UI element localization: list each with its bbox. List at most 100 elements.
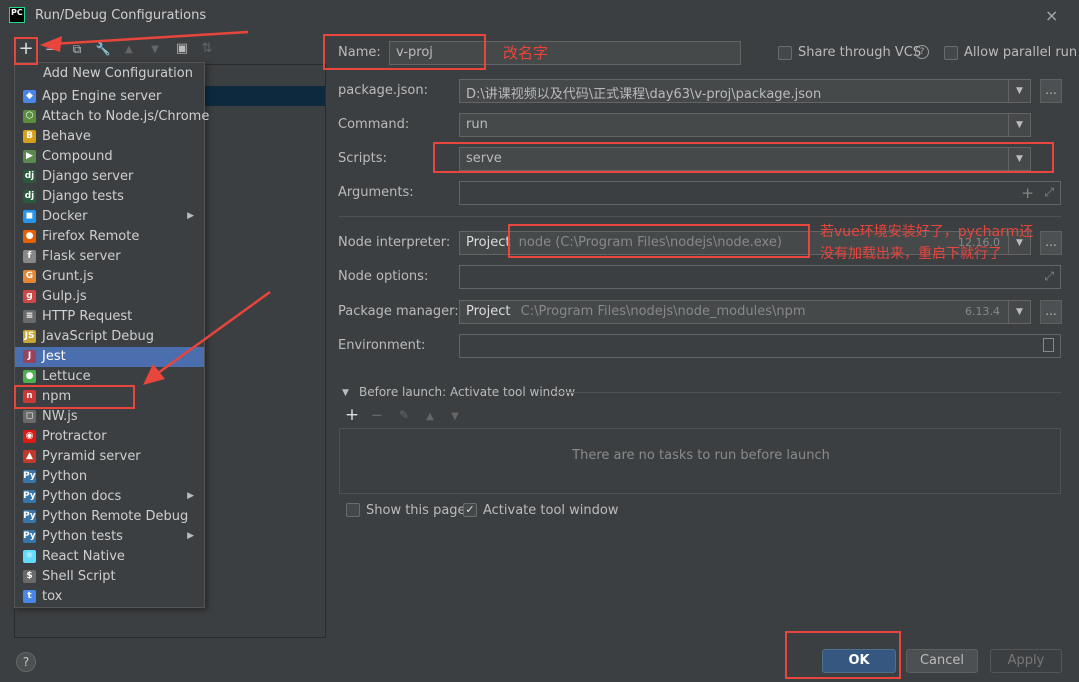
folder-icon[interactable]: ▣ xyxy=(173,41,191,57)
document-icon[interactable] xyxy=(1043,338,1054,352)
chevron-down-icon[interactable]: ▼ xyxy=(1008,80,1030,102)
expand-icon[interactable]: ⤢ xyxy=(1044,269,1054,284)
menu-item-flask-server[interactable]: f Flask server xyxy=(15,247,204,267)
compound-icon: ▶ xyxy=(23,150,36,163)
menu-item-tox[interactable]: t tox xyxy=(15,587,204,607)
docker-icon: ◼ xyxy=(23,210,36,223)
arguments-label: Arguments: xyxy=(338,185,414,200)
close-icon[interactable]: × xyxy=(1045,6,1058,25)
pycharm-app-icon: PC xyxy=(9,7,25,23)
sort-icon[interactable]: ⇅ xyxy=(198,41,216,57)
menu-item-gulp-js[interactable]: g Gulp.js xyxy=(15,287,204,307)
remove-task-button[interactable]: − xyxy=(368,407,386,423)
menu-item-jest[interactable]: J Jest xyxy=(15,347,204,367)
menu-item-label: Compound xyxy=(42,149,113,164)
separator xyxy=(555,392,1061,393)
menu-item-behave[interactable]: B Behave xyxy=(15,127,204,147)
menu-item-python[interactable]: Py Python xyxy=(15,467,204,487)
help-icon[interactable]: ? xyxy=(915,45,929,59)
menu-item-python-tests[interactable]: Py Python tests ▶ xyxy=(15,527,204,547)
menu-item-label: Jest xyxy=(42,349,66,364)
before-launch-tasks-list[interactable]: There are no tasks to run before launch xyxy=(339,428,1061,494)
menu-item-python-remote-debug[interactable]: Py Python Remote Debug xyxy=(15,507,204,527)
menu-item-pyramid-server[interactable]: ▲ Pyramid server xyxy=(15,447,204,467)
menu-item-label: Pyramid server xyxy=(42,449,141,464)
browse-node-button[interactable]: ... xyxy=(1040,231,1062,255)
menu-item-label: Shell Script xyxy=(42,569,116,584)
browse-package-json-button[interactable]: ... xyxy=(1040,79,1062,103)
move-down-icon[interactable]: ▼ xyxy=(146,42,164,58)
help-button[interactable]: ? xyxy=(16,652,36,672)
edit-task-icon[interactable]: ✎ xyxy=(395,407,413,423)
popup-header: Add New Configuration xyxy=(43,66,193,81)
django-icon: dj xyxy=(23,190,36,203)
menu-item-lettuce[interactable]: ● Lettuce xyxy=(15,367,204,387)
add-task-button[interactable]: + xyxy=(343,407,361,424)
annotation-box-ok xyxy=(785,631,901,679)
chevron-down-icon[interactable]: ▼ xyxy=(1008,114,1030,136)
activate-tool-window-checkbox[interactable]: ✓ xyxy=(463,503,477,517)
menu-item-protractor[interactable]: ◉ Protractor xyxy=(15,427,204,447)
menu-item-label: NW.js xyxy=(42,409,78,424)
menu-item-compound[interactable]: ▶ Compound xyxy=(15,147,204,167)
menu-item-firefox-remote[interactable]: ● Firefox Remote xyxy=(15,227,204,247)
move-task-up-icon[interactable]: ▲ xyxy=(421,409,439,425)
chevron-down-icon[interactable]: ▼ xyxy=(1008,301,1030,323)
tree-selection xyxy=(205,86,325,106)
menu-item-label: Django server xyxy=(42,169,134,184)
move-task-down-icon[interactable]: ▼ xyxy=(446,409,464,425)
menu-item-shell-script[interactable]: $ Shell Script xyxy=(15,567,204,587)
menu-item-label: Python xyxy=(42,469,88,484)
menu-item-javascript-debug[interactable]: JS JavaScript Debug xyxy=(15,327,204,347)
environment-input[interactable] xyxy=(459,334,1061,358)
menu-item-django-server[interactable]: dj Django server xyxy=(15,167,204,187)
menu-item-label: Firefox Remote xyxy=(42,229,140,244)
js-debug-icon: JS xyxy=(23,330,36,343)
jest-icon: J xyxy=(23,350,36,363)
menu-item-label: Python Remote Debug xyxy=(42,509,189,524)
annotation-note-line2: 没有加载出来，重启下就行了 xyxy=(820,246,1002,262)
menu-item-label: Python tests xyxy=(42,529,123,544)
menu-item-label: Attach to Node.js/Chrome xyxy=(42,109,210,124)
share-vcs-label: Share through VCS xyxy=(798,45,922,60)
python-tests-icon: Py xyxy=(23,530,36,543)
menu-item-grunt-js[interactable]: G Grunt.js xyxy=(15,267,204,287)
share-vcs-checkbox[interactable] xyxy=(778,46,792,60)
copy-configuration-icon[interactable]: ⧉ xyxy=(68,41,86,57)
node-options-input[interactable]: ⤢ xyxy=(459,265,1061,289)
collapse-triangle-icon[interactable]: ▼ xyxy=(342,388,349,398)
behave-icon: B xyxy=(23,130,36,143)
menu-item-http-request[interactable]: ≡ HTTP Request xyxy=(15,307,204,327)
add-argument-icon[interactable]: + xyxy=(1021,184,1034,202)
menu-item-app-engine-server[interactable]: ◆ App Engine server xyxy=(15,87,204,107)
menu-item-python-docs[interactable]: Py Python docs ▶ xyxy=(15,487,204,507)
menu-item-docker[interactable]: ◼ Docker ▶ xyxy=(15,207,204,227)
package-manager-combo[interactable]: Project C:\Program Files\nodejs\node_mod… xyxy=(459,300,1031,324)
browse-package-manager-button[interactable]: ... xyxy=(1040,300,1062,324)
django-icon: dj xyxy=(23,170,36,183)
flask-icon: f xyxy=(23,250,36,263)
package-json-value: D:\讲课视频以及代码\正式课程\day63\v-proj\package.js… xyxy=(466,87,822,102)
move-up-icon[interactable]: ▲ xyxy=(120,42,138,58)
allow-parallel-checkbox[interactable] xyxy=(944,46,958,60)
menu-item-label: Behave xyxy=(42,129,91,144)
annotation-note-line1: 若vue环境安装好了，pycharm还 xyxy=(820,224,1034,240)
menu-item-label: JavaScript Debug xyxy=(42,329,155,344)
command-combo[interactable]: run ▼ xyxy=(459,113,1031,137)
apply-button[interactable]: Apply xyxy=(990,649,1062,673)
arguments-input[interactable]: + ⤢ xyxy=(459,181,1061,205)
expand-icon[interactable]: ⤢ xyxy=(1044,185,1054,200)
menu-item-react-native[interactable]: ⚛ React Native xyxy=(15,547,204,567)
menu-item-label: Grunt.js xyxy=(42,269,94,284)
menu-item-django-tests[interactable]: dj Django tests xyxy=(15,187,204,207)
menu-item-nw-js[interactable]: ◻ NW.js xyxy=(15,407,204,427)
show-page-checkbox[interactable] xyxy=(346,503,360,517)
wrench-icon[interactable]: 🔧 xyxy=(94,41,112,57)
environment-label: Environment: xyxy=(338,338,426,353)
remove-configuration-button[interactable]: − xyxy=(42,41,60,57)
package-json-combo[interactable]: D:\讲课视频以及代码\正式课程\day63\v-proj\package.js… xyxy=(459,79,1031,103)
node-icon: ⬡ xyxy=(23,110,36,123)
package-manager-prefix: Project xyxy=(466,304,511,319)
menu-item-attach-to-node-js-chrome[interactable]: ⬡ Attach to Node.js/Chrome xyxy=(15,107,209,127)
cancel-button[interactable]: Cancel xyxy=(906,649,978,673)
